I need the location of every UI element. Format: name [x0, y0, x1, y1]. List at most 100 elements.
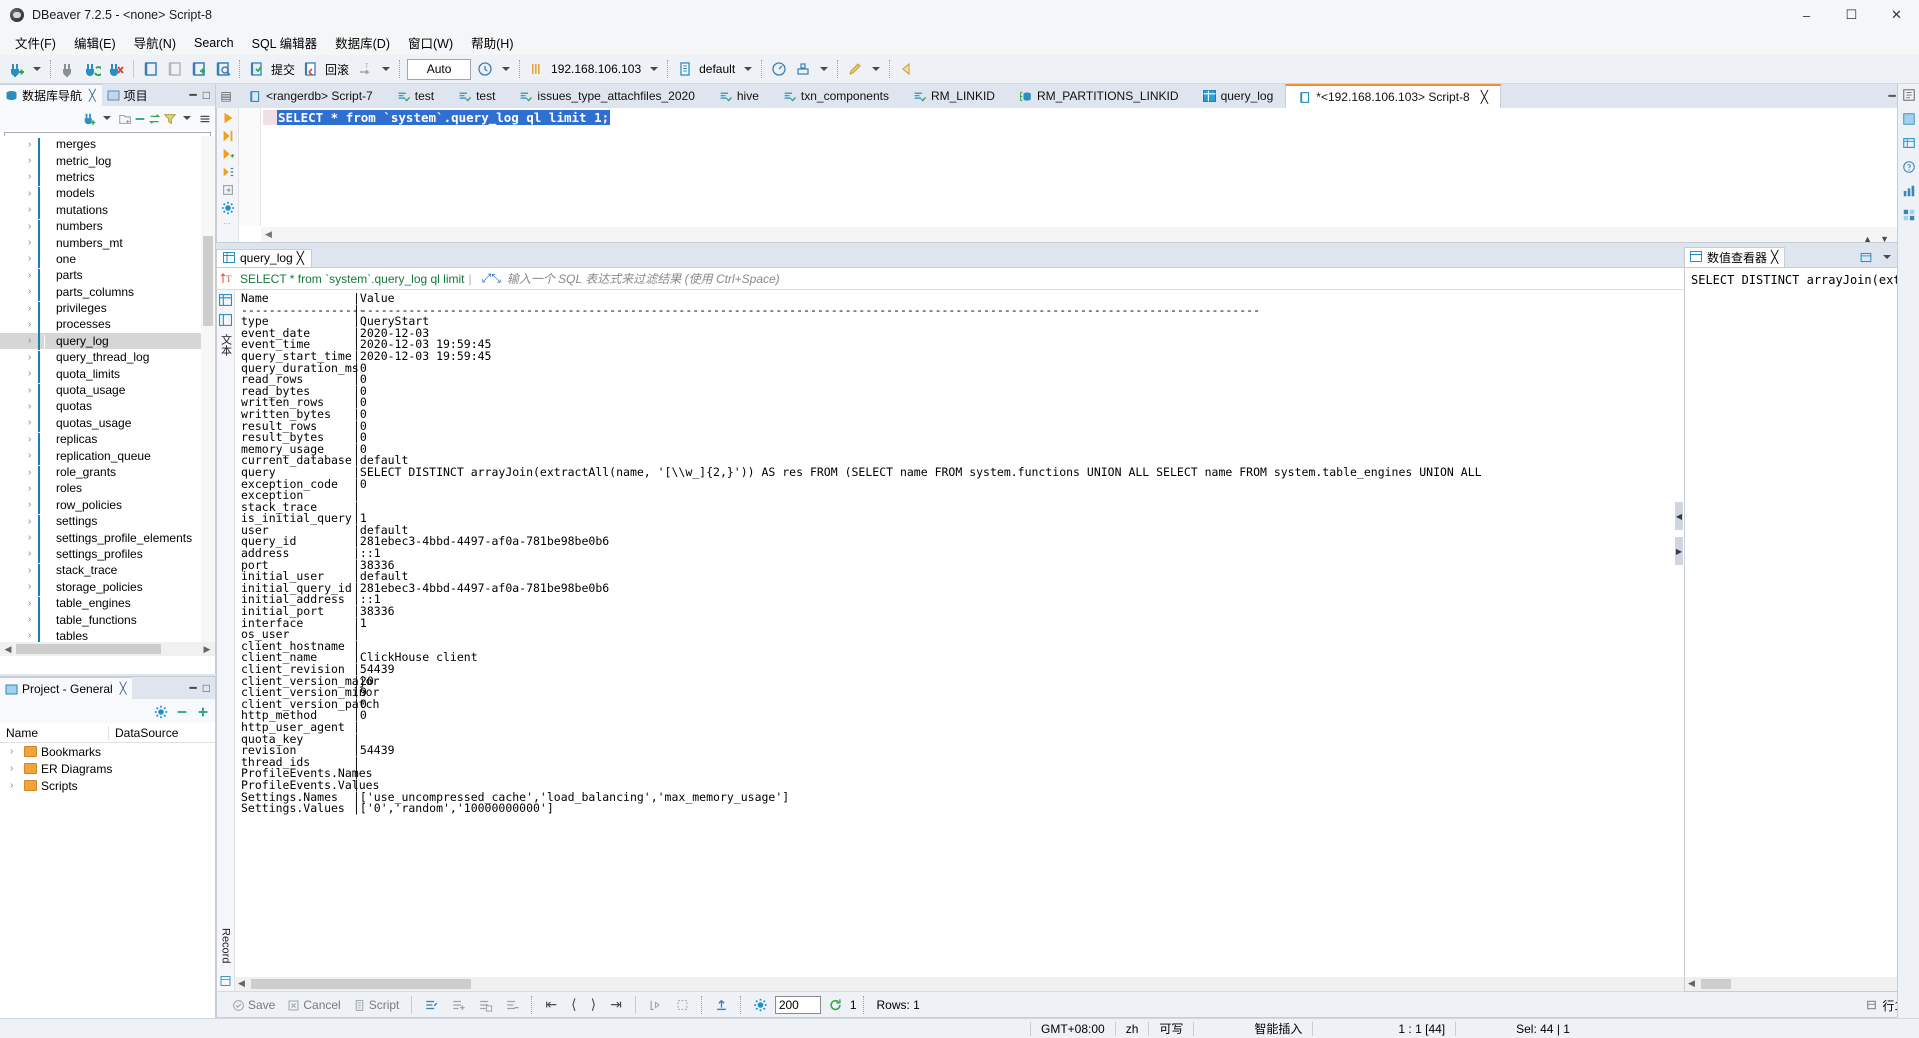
table-row[interactable]: thread_ids | [235, 756, 1904, 769]
tree-item[interactable]: › roles [0, 480, 215, 498]
table-row[interactable]: initial_port |38336 [235, 605, 1904, 618]
table-row[interactable]: read_bytes |0 [235, 385, 1904, 398]
table-row[interactable]: result_bytes |0 [235, 432, 1904, 444]
table-row[interactable]: address |::1 [235, 547, 1904, 560]
tree-item[interactable]: › stack_trace [0, 562, 215, 580]
tree-item[interactable]: › query_thread_log [0, 349, 215, 367]
tree-item[interactable]: › models [0, 185, 215, 203]
table-row[interactable]: http_method |0 [235, 710, 1904, 722]
project-item[interactable]: › Scripts [0, 777, 215, 794]
properties-view-icon[interactable] [1902, 112, 1916, 126]
chevron-right-icon[interactable]: › [10, 780, 20, 791]
menu-navigate[interactable]: 导航(N) [125, 30, 185, 55]
minimize-button[interactable]: – [1784, 0, 1829, 30]
commit-button-label[interactable]: 提交 [271, 61, 295, 78]
performance-monitor-icon[interactable] [768, 58, 790, 80]
sql-statement-text[interactable]: SELECT * from `system`.query_log ql limi… [277, 110, 611, 125]
table-row[interactable]: initial_address |::1 [235, 594, 1904, 606]
editor-tab[interactable]: query_log [1191, 84, 1286, 108]
cancel-button[interactable]: Cancel [282, 998, 345, 1012]
tab-result-query-log[interactable]: query_log ╳ [216, 249, 312, 267]
project-tree[interactable]: › Bookmarks › ER Diagrams › Scripts [0, 743, 215, 794]
tree-item[interactable]: › table_engines [0, 595, 215, 613]
execute-statement-icon[interactable] [221, 111, 234, 124]
grid-presentation-icon[interactable] [219, 294, 232, 306]
back-navigation-icon[interactable] [896, 58, 918, 80]
commit-icon[interactable] [246, 58, 268, 80]
table-row[interactable]: interface |1 [235, 617, 1904, 630]
tree-item[interactable]: › quotas_usage [0, 415, 215, 433]
help-view-icon[interactable] [1902, 160, 1916, 174]
cell-value[interactable]: |SELECT DISTINCT arrayJoin(extractAll(na… [353, 466, 1482, 479]
transaction-mode-dropdown-icon[interactable] [382, 67, 391, 71]
new-folder-icon[interactable] [118, 112, 131, 124]
table-row[interactable]: ProfileEvents.Names | [235, 768, 1904, 780]
chevron-right-icon[interactable]: › [28, 467, 38, 478]
table-row[interactable]: exception | [235, 489, 1904, 502]
tree-horizontal-scroll-thumb[interactable] [16, 644, 161, 654]
new-connection-small-icon[interactable] [83, 112, 96, 125]
grid-view-icon[interactable] [1902, 208, 1916, 222]
tree-item[interactable]: › merges [0, 136, 215, 154]
chevron-right-icon[interactable]: › [28, 204, 38, 215]
schema-compare-dropdown-icon[interactable] [820, 67, 829, 71]
script-button[interactable]: Script [348, 998, 405, 1012]
tree-vertical-scrollbar[interactable] [201, 136, 215, 642]
tree-item[interactable]: › processes [0, 316, 215, 334]
table-row[interactable]: memory_usage |0 [235, 443, 1904, 456]
sql-editor-horizontal-scrollbar[interactable]: ◀ [261, 227, 1904, 242]
collapse-all-icon[interactable] [133, 112, 146, 124]
invalidate-connection-icon[interactable] [105, 58, 127, 80]
chevron-right-icon[interactable]: › [28, 171, 38, 182]
schema-compare-icon[interactable] [792, 58, 814, 80]
table-row[interactable]: stack_trace | [235, 501, 1904, 514]
link-with-editor-icon[interactable] [148, 112, 161, 124]
table-row[interactable]: client_name |ClickHouse client [235, 652, 1904, 664]
menu-file[interactable]: 文件(F) [6, 30, 65, 55]
last-row-icon[interactable]: ⇥ [604, 996, 628, 1013]
filter-settings-icon[interactable] [163, 112, 177, 125]
chevron-right-icon[interactable]: › [28, 450, 38, 461]
transaction-log-icon[interactable] [474, 58, 496, 80]
chevron-right-icon[interactable]: › [28, 516, 38, 527]
results-horizontal-scrollbar[interactable]: ◀ ▶ [235, 977, 1918, 991]
outline-view-icon[interactable] [1902, 88, 1916, 102]
column-header-datasource[interactable]: DataSource [108, 725, 215, 740]
add-row-icon[interactable] [446, 998, 471, 1012]
scroll-left-arrow-icon[interactable]: ◀ [2, 644, 14, 655]
cell-value[interactable]: |['0','random','10000000000'] [353, 803, 554, 815]
cell-name[interactable]: Settings.Values [235, 803, 353, 815]
menu-database[interactable]: 数据库(D) [326, 30, 399, 55]
table-row[interactable]: query |SELECT DISTINCT arrayJoin(extractA… [235, 466, 1904, 479]
fetch-all-rows-icon[interactable] [670, 998, 695, 1012]
table-row[interactable]: client_revision |54439 [235, 663, 1904, 676]
value-viewer-body[interactable]: SELECT DISTINCT arrayJoin(extra ◀ ▶ [1684, 267, 1919, 992]
export-results-icon[interactable] [221, 183, 234, 195]
tree-item[interactable]: › metrics [0, 169, 215, 187]
tree-item[interactable]: › storage_policies [0, 579, 215, 597]
tree-item[interactable]: › numbers [0, 218, 215, 236]
tree-item[interactable]: › parts [0, 267, 215, 285]
editor-tab[interactable]: RM_PARTITIONS_LINKID [1007, 84, 1191, 108]
datasource-dropdown-icon[interactable] [650, 67, 659, 71]
value-viewer-content[interactable]: SELECT DISTINCT arrayJoin(extra [1685, 268, 1918, 287]
database-selector[interactable]: default [699, 62, 735, 76]
table-row[interactable]: query_duration_ms |0 [235, 362, 1904, 375]
table-row[interactable]: type |QueryStart [235, 316, 1904, 328]
filter-dropdown-icon[interactable] [183, 116, 191, 120]
chevron-right-icon[interactable]: › [28, 221, 38, 232]
connection-type-dropdown-icon[interactable] [103, 116, 111, 120]
fetch-next-page-icon[interactable] [643, 998, 668, 1012]
collapse-up-icon[interactable]: ▲ [1863, 234, 1872, 244]
minimize-panel-icon[interactable]: ━ [190, 681, 197, 695]
database-dropdown-icon[interactable] [744, 67, 753, 71]
database-tree[interactable]: › merges › metric_log › metrics › models › mutati… [0, 136, 215, 656]
scroll-left-arrow-icon[interactable]: ◀ [238, 978, 245, 989]
table-row[interactable]: query_start_time |2020-12-03 19:59:45 [235, 350, 1904, 363]
editor-tab[interactable]: RM_LINKID [901, 84, 1007, 108]
results-filter-placeholder[interactable]: 输入一个 SQL 表达式来过滤结果 (使用 Ctrl+Space) [507, 270, 780, 287]
refresh-icon[interactable] [823, 998, 848, 1012]
chevron-right-icon[interactable]: › [28, 548, 38, 559]
tree-item[interactable]: › numbers_mt [0, 234, 215, 253]
tree-item[interactable]: › parts_columns [0, 284, 215, 302]
